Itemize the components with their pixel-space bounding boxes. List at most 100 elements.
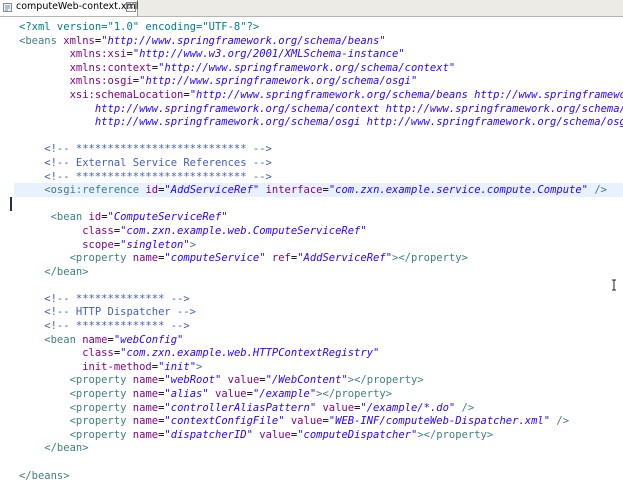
code-token: ref [271,252,291,265]
close-icon[interactable]: × [126,2,136,12]
code-token: "init" [158,360,197,373]
code-line[interactable]: <!-- HTTP Dispatcher --> [19,306,623,320]
code-token: name [132,401,159,414]
code-token: http://www.springframework.org/schema/os… [94,116,623,129]
code-token: ></property> [417,428,494,441]
code-token: <bean [19,333,83,346]
code-token: xmlns [63,34,95,47]
code-token: "http://www.w3.org/2001/XMLSchema-instan… [132,48,405,61]
code-token: id [145,184,159,197]
code-line[interactable]: <property name="contextConfigFile" value… [19,415,623,429]
code-token: "http://www.springframework.org/schema/b… [101,34,386,47]
tab-title: computeWeb-context.xml [16,1,139,12]
code-token: class [82,347,114,360]
code-token: <?xml version="1.0" encoding="UTF-8"?> [19,21,260,33]
code-token: <property [19,374,133,387]
code-line[interactable] [19,456,623,470]
code-token: "dispatcherID" [164,428,253,441]
code-token: "AddServiceRef" [297,252,393,265]
code-token: ></property> [316,388,393,401]
code-token: "com.zxn.example.service.compute.Compute… [328,184,588,197]
code-line[interactable]: <beans xmlns="http://www.springframework… [19,35,623,49]
code-token: "http://www.springframework.org/schema/o… [139,75,418,88]
code-token: interface [265,184,323,197]
code-token: "webConfig" [113,333,184,346]
code-line[interactable]: http://www.springframework.org/schema/co… [19,103,623,117]
code-line[interactable]: <property name="webRoot" value="/WebCont… [19,374,623,388]
code-token: <!-- ************** --> [19,320,190,333]
code-token: "http://www.springframework.org/schema/c… [158,61,456,74]
code-token: value [290,415,323,428]
code-token: name [132,374,159,387]
code-token: xsi:schemaLocation [69,88,184,101]
code-line[interactable]: <property name="dispatcherID" value="com… [19,429,623,443]
code-token: <property [19,252,133,265]
code-line[interactable]: class="com.zxn.example.web.HTTPContextRe… [19,347,623,361]
code-editor[interactable]: <?xml version="1.0" encoding="UTF-8"?> <b… [14,17,623,485]
code-token: ></property> [392,252,468,265]
code-token: init-method [82,360,152,373]
code-token: "/WebContent" [265,374,348,387]
code-token: /> [588,184,607,197]
code-token: <!-- *************************** --> [19,170,272,183]
code-line[interactable]: <property name="controllerAliasPattern" … [19,402,623,416]
code-line[interactable]: http://www.springframework.org/schema/os… [19,116,623,130]
code-token: "computeDispatcher" [297,428,418,441]
code-line[interactable]: <!-- *************************** --> [19,143,623,157]
code-line[interactable]: xmlns:context="http://www.springframewor… [19,62,623,76]
code-token: name [82,333,108,346]
editor-gutter [0,17,14,485]
code-token: <property [19,401,133,414]
editor-tab[interactable]: computeWeb-context.xml × [0,0,138,16]
code-line[interactable] [19,198,623,212]
code-text[interactable]: <?xml version="1.0" encoding="UTF-8"?> <b… [19,21,623,483]
code-token: <!-- *************************** --> [19,143,272,156]
code-line[interactable]: class="com.zxn.example.web.ComputeServic… [19,225,623,239]
code-token: "http://www.springframework.org/schema/b… [189,88,623,101]
code-line[interactable]: <property name="alias" value="/example">… [19,388,623,402]
code-line[interactable]: <!-- ************** --> [19,293,623,307]
current-line-marker [10,197,12,211]
code-token: "alias" [164,388,209,401]
code-line[interactable]: init-method="init"> [19,361,623,375]
code-line[interactable]: scope="singleton"> [19,239,623,253]
code-line[interactable]: xmlns:xsi="http://www.w3.org/2001/XMLSch… [19,48,623,62]
code-line[interactable]: <osgi:reference id="AddServiceRef" inter… [19,184,623,198]
code-token: <!-- HTTP Dispatcher --> [19,306,197,319]
code-line[interactable]: </bean> [19,266,623,280]
code-line[interactable]: <property name="computeService" ref="Add… [19,252,623,266]
code-token: <osgi:reference [19,184,146,197]
code-token: ></property> [347,374,424,387]
code-token: http://www.springframework.org/schema/co… [94,102,623,115]
code-line[interactable]: <!-- ************** --> [19,320,623,334]
code-line[interactable]: <!-- External Service References --> [19,157,623,171]
code-line[interactable]: <bean id="ComputeServiceRef" [19,211,623,225]
code-line[interactable]: xmlns:osgi="http://www.springframework.o… [19,75,623,89]
code-token: "ComputeServiceRef" [107,211,228,224]
code-line[interactable]: <bean name="webConfig" [19,334,623,348]
code-line[interactable]: <?xml version="1.0" encoding="UTF-8"?> [19,21,623,35]
code-line[interactable]: </beans> [19,470,623,484]
code-token: id [88,211,102,224]
code-token: "com.zxn.example.web.ComputeServiceRef" [120,224,367,237]
code-line[interactable]: <!-- *************************** --> [19,171,623,185]
code-token: value [227,374,260,387]
code-token: xmlns:context [69,61,152,74]
code-line[interactable] [19,279,623,293]
code-line[interactable] [19,130,623,144]
code-token: class [82,224,114,237]
code-line[interactable]: </bean> [19,442,623,456]
code-line[interactable]: xsi:schemaLocation="http://www.springfra… [19,89,623,103]
code-token: </bean> [19,265,89,278]
code-token: "WEB-INF/computeWeb-Dispatcher.xml" [328,415,551,428]
code-token: <property [19,415,133,428]
editor-tab-bar: computeWeb-context.xml × [0,0,623,17]
code-token: <!-- ************** --> [19,292,190,305]
